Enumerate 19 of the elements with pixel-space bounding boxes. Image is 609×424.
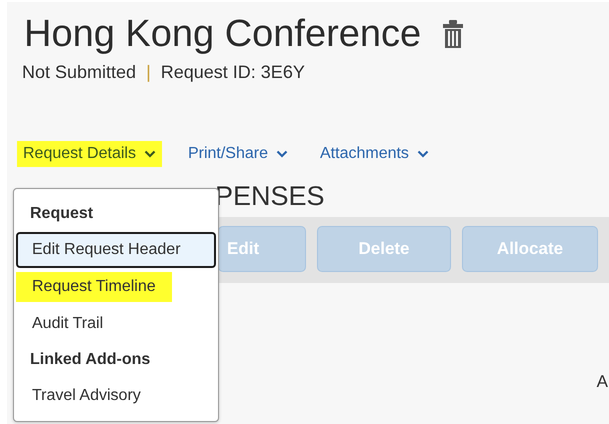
menu-tab[interactable]: Attachments (314, 141, 435, 167)
separator: | (146, 62, 151, 83)
column-heading: A (596, 372, 608, 392)
status-text: Not Submitted (22, 62, 136, 83)
menu-item[interactable]: Request Timeline (16, 272, 172, 302)
menu-tab[interactable]: Print/Share (182, 141, 294, 167)
trash-icon[interactable] (443, 19, 464, 49)
chevron-down-icon (144, 150, 156, 158)
menu-item[interactable]: Travel Advisory (16, 378, 216, 414)
page-title: Hong Kong Conference (24, 12, 422, 57)
chevron-down-icon (276, 150, 288, 158)
menu-item[interactable]: Edit Request Header (16, 232, 216, 268)
menu-tab[interactable]: Request Details (17, 141, 162, 167)
request-id: Request ID: 3E6Y (160, 62, 305, 83)
chevron-down-icon (416, 150, 429, 158)
menu-group-heading: Request (29, 204, 94, 224)
section-heading: PENSES (215, 181, 326, 211)
menu-item[interactable]: Audit Trail (16, 306, 216, 342)
menu-group-heading: Linked Add-ons (29, 350, 152, 370)
